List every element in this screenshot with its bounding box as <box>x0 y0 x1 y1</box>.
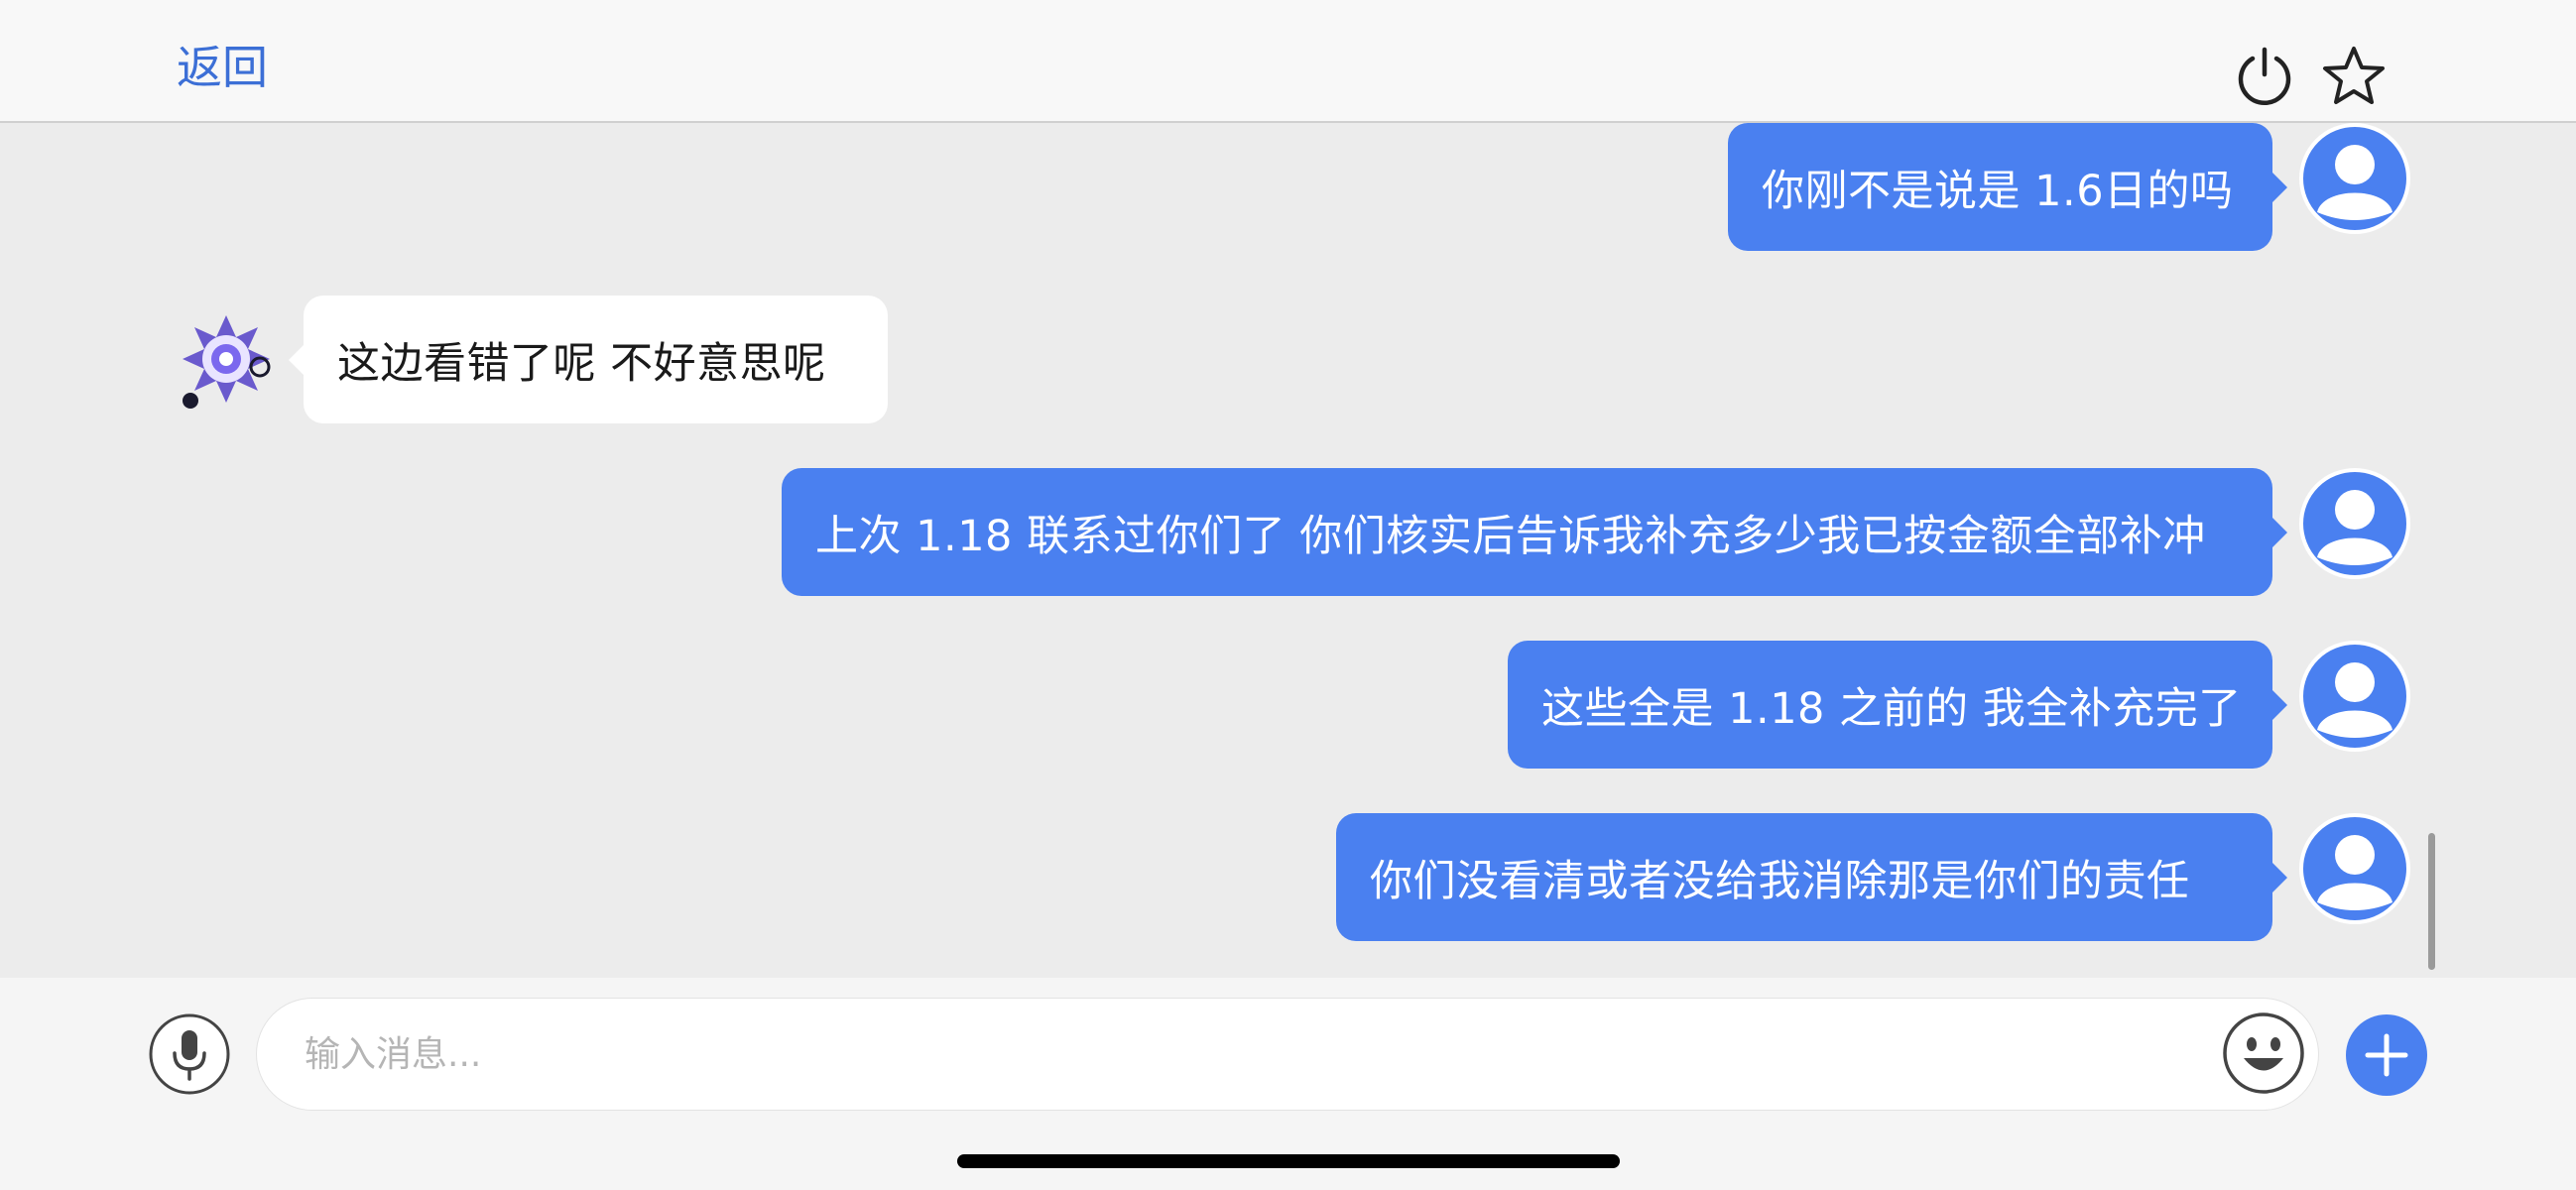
user-avatar-icon[interactable] <box>2299 641 2410 752</box>
outgoing-message[interactable]: 这些全是 1.18 之前的 我全补充完了 <box>1508 641 2287 769</box>
user-avatar-icon[interactable] <box>2299 468 2410 579</box>
microphone-icon[interactable] <box>149 1013 230 1095</box>
emoji-icon[interactable] <box>2222 1012 2305 1095</box>
outgoing-message[interactable]: 上次 1.18 联系过你们了 你们核实后告诉我补充多少我已按金额全部补冲 <box>782 468 2287 596</box>
outgoing-message[interactable]: 你们没看清或者没给我消除那是你们的责任 <box>1336 813 2287 941</box>
top-bar: 返回 <box>0 0 2576 123</box>
scrollbar[interactable] <box>2428 833 2435 970</box>
agent-avatar-icon[interactable] <box>169 305 280 416</box>
outgoing-message[interactable]: 你刚不是说是 1.6日的吗 <box>1728 123 2287 251</box>
message-list[interactable]: 你刚不是说是 1.6日的吗 这边看错了呢 不好意思呢 上次 1.18 联系过你们… <box>0 123 2576 976</box>
star-icon[interactable] <box>2321 44 2387 109</box>
incoming-message[interactable]: 这边看错了呢 不好意思呢 <box>289 296 888 423</box>
user-avatar-icon[interactable] <box>2299 123 2410 234</box>
message-input[interactable] <box>256 998 2319 1111</box>
plus-icon[interactable] <box>2345 1013 2428 1097</box>
power-icon[interactable] <box>2232 44 2297 109</box>
home-indicator <box>957 1154 1620 1168</box>
back-link[interactable]: 返回 <box>177 32 268 97</box>
user-avatar-icon[interactable] <box>2299 813 2410 924</box>
